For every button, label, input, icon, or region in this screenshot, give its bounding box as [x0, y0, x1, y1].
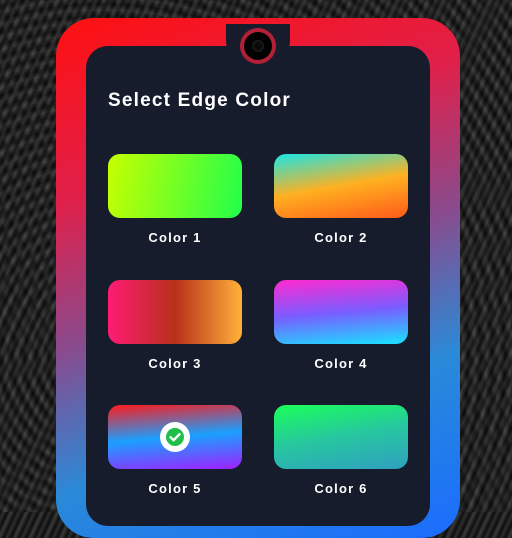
- color-label-2: Color 2: [314, 230, 368, 245]
- color-tile-2[interactable]: [274, 154, 408, 218]
- checkmark-icon: [160, 422, 190, 452]
- color-label-5: Color 5: [148, 481, 202, 496]
- page-title: Select Edge Color: [108, 90, 291, 111]
- color-tile-4[interactable]: [274, 280, 408, 344]
- color-label-3: Color 3: [148, 356, 202, 371]
- color-tile-3[interactable]: [108, 280, 242, 344]
- color-label-4: Color 4: [314, 356, 368, 371]
- color-tile-6[interactable]: [274, 405, 408, 469]
- color-label-1: Color 1: [148, 230, 202, 245]
- color-label-6: Color 6: [314, 481, 368, 496]
- color-tile-5[interactable]: [108, 405, 242, 469]
- color-tile-1[interactable]: [108, 154, 242, 218]
- camera-icon: [244, 32, 272, 60]
